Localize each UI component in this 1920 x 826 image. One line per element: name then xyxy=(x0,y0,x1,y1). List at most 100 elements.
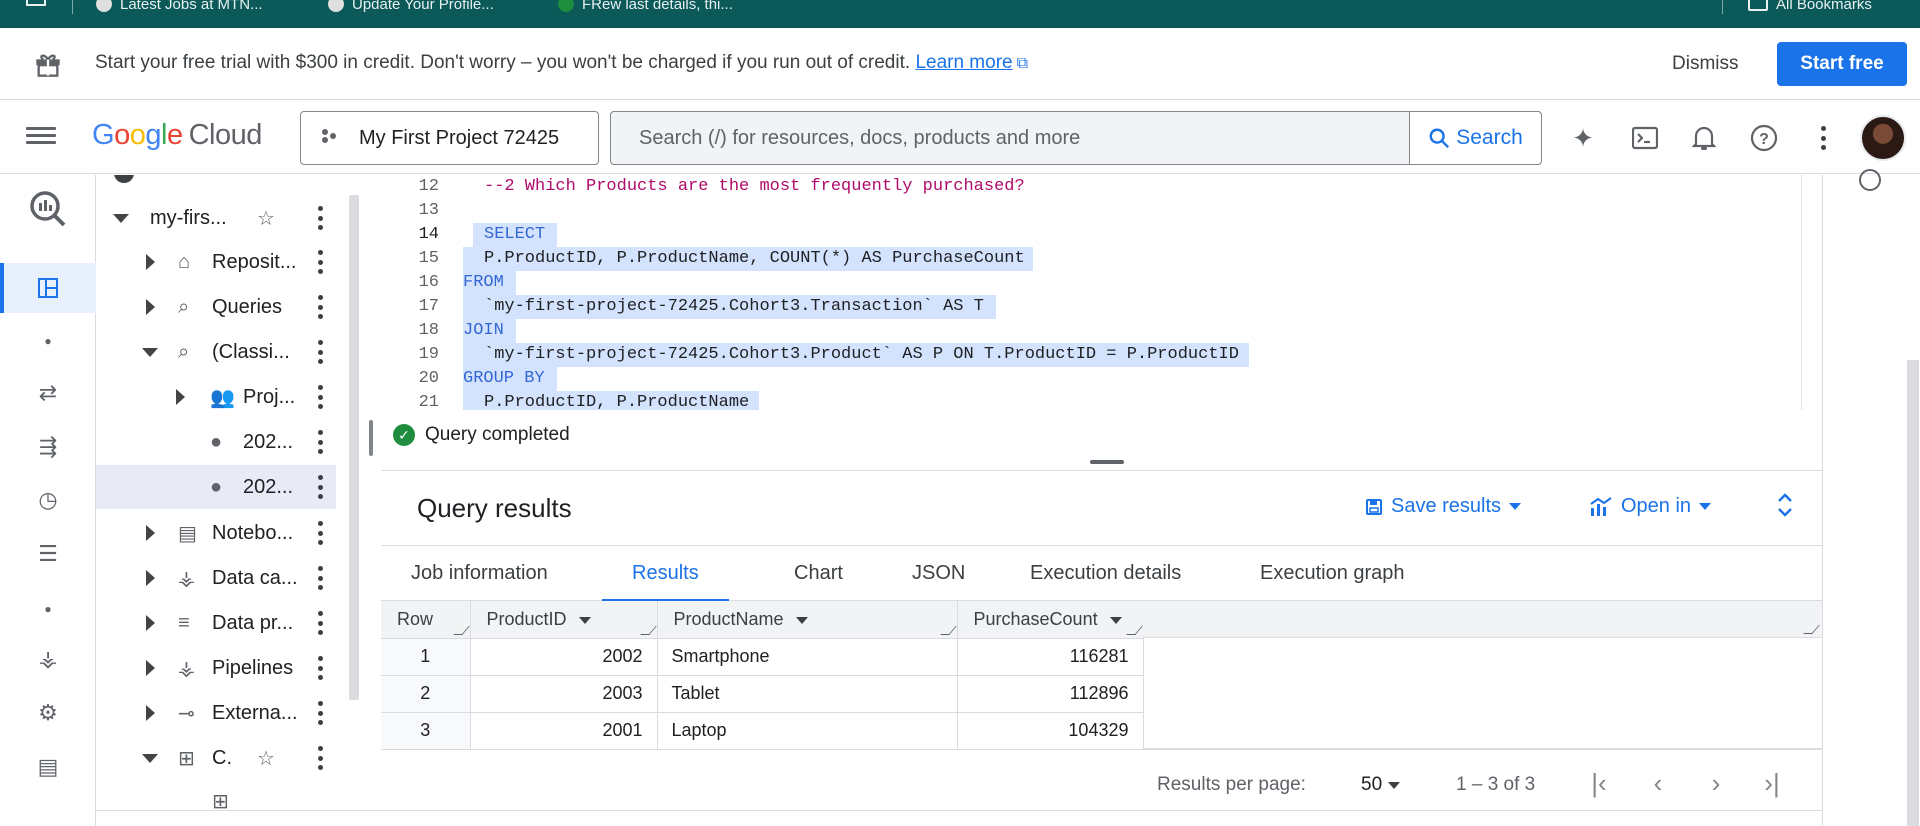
purchasecount-cell[interactable]: 116281 xyxy=(957,638,1144,676)
column-header-productid[interactable]: ProductID xyxy=(470,601,658,639)
tree-project-queries-row[interactable]: 👥 Proj... xyxy=(96,375,336,419)
google-cloud-logo[interactable]: Google Cloud xyxy=(92,119,262,152)
tab-results[interactable]: Results xyxy=(602,546,729,602)
panel-splitter-handle[interactable] xyxy=(369,420,373,456)
tree-notebooks-row[interactable]: ▤ Notebo... xyxy=(96,511,336,555)
first-page-icon[interactable]: |‹ xyxy=(1584,768,1614,798)
table-row[interactable]: 3 2001 Laptop 104329 xyxy=(381,712,1144,750)
pipelines-flow-icon[interactable]: ⇶ xyxy=(26,429,70,465)
history-clock-icon[interactable]: ◷ xyxy=(26,482,70,518)
dismiss-button[interactable]: Dismiss xyxy=(1660,42,1751,86)
sort-caret-icon[interactable] xyxy=(795,616,808,624)
row-menu-icon[interactable] xyxy=(317,701,323,725)
column-header-purchasecount[interactable]: PurchaseCount xyxy=(957,601,1144,639)
tab-job-information[interactable]: Job information xyxy=(381,546,578,601)
hierarchy-icon[interactable]: ⚶ xyxy=(26,641,70,677)
tree-dataset-row[interactable]: ⊞ C. ☆ xyxy=(96,736,336,780)
sort-caret-icon[interactable] xyxy=(1109,616,1122,624)
start-free-button[interactable]: Start free xyxy=(1777,42,1907,86)
star-icon[interactable]: ☆ xyxy=(257,746,275,771)
sort-caret-icon[interactable] xyxy=(578,616,591,624)
results-drag-handle[interactable] xyxy=(1090,460,1124,464)
tab-execution-details[interactable]: Execution details xyxy=(1000,546,1211,601)
results-per-page-select[interactable]: 50 xyxy=(1361,774,1401,796)
bookmark-item[interactable]: Update Your Profile... xyxy=(328,0,494,16)
purchasecount-cell[interactable]: 112896 xyxy=(957,675,1144,713)
avatar[interactable] xyxy=(1860,115,1906,161)
tab-json[interactable]: JSON xyxy=(882,546,995,601)
open-in-button[interactable]: Open in xyxy=(1589,495,1712,518)
row-menu-icon[interactable] xyxy=(317,206,323,230)
sql-editor[interactable]: 12 --2 Which Products are the most frequ… xyxy=(381,175,1822,415)
row-menu-icon[interactable] xyxy=(317,611,323,635)
apps-icon[interactable] xyxy=(26,0,46,6)
previous-page-icon[interactable]: ‹ xyxy=(1643,768,1673,798)
settings-gear-icon[interactable]: ⚙ xyxy=(26,695,70,731)
search-button[interactable]: Search xyxy=(1409,112,1541,164)
main-menu-icon[interactable] xyxy=(26,123,56,151)
release-notes-icon[interactable]: ▤ xyxy=(26,749,70,785)
column-resize-icon[interactable] xyxy=(639,625,657,635)
tab-chart[interactable]: Chart xyxy=(764,546,873,601)
dashboard-icon[interactable] xyxy=(26,270,70,306)
tree-data-preparations-row[interactable]: ≡ Data pr... xyxy=(96,601,336,645)
row-menu-icon[interactable] xyxy=(317,746,323,770)
productname-cell[interactable]: Tablet xyxy=(657,675,958,713)
productid-cell[interactable]: 2001 xyxy=(470,712,658,750)
column-header-row[interactable]: Row xyxy=(381,601,471,639)
bookmark-item[interactable]: Latest Jobs at MTN... xyxy=(96,0,263,16)
row-menu-icon[interactable] xyxy=(317,385,323,409)
tree-classic-queries-row[interactable]: ⌕ (Classi... xyxy=(96,330,336,374)
help-icon[interactable]: ? xyxy=(1749,123,1779,153)
job-list-icon[interactable]: ☰ xyxy=(26,536,70,572)
column-resize-icon[interactable] xyxy=(1125,625,1143,635)
tab-execution-graph[interactable]: Execution graph xyxy=(1230,546,1435,601)
row-menu-icon[interactable] xyxy=(317,475,323,499)
star-icon[interactable]: ☆ xyxy=(257,206,275,231)
next-page-icon[interactable]: › xyxy=(1701,768,1731,798)
info-icon[interactable] xyxy=(1859,169,1881,191)
table-row[interactable]: 1 2002 Smartphone 116281 xyxy=(381,638,1144,676)
column-resize-icon[interactable] xyxy=(452,625,470,635)
tree-scrollbar[interactable] xyxy=(349,195,359,700)
row-menu-icon[interactable] xyxy=(317,250,323,274)
gemini-sparkle-icon[interactable]: ✦ xyxy=(1568,123,1598,153)
last-page-icon[interactable]: ›| xyxy=(1757,768,1787,798)
purchasecount-cell[interactable]: 104329 xyxy=(957,712,1144,750)
expand-panel-icon[interactable] xyxy=(1777,491,1793,519)
tree-pipelines-row[interactable]: ⚶ Pipelines xyxy=(96,646,336,690)
tree-queries-row[interactable]: ⌕ Queries xyxy=(96,285,336,329)
productid-cell[interactable]: 2002 xyxy=(470,638,658,676)
row-menu-icon[interactable] xyxy=(317,295,323,319)
column-header-productname[interactable]: ProductName xyxy=(657,601,958,639)
column-resize-icon[interactable] xyxy=(1803,625,1820,634)
table-row[interactable]: 2 2003 Tablet 112896 xyxy=(381,675,1144,713)
more-options-icon[interactable] xyxy=(1808,123,1838,153)
row-menu-icon[interactable] xyxy=(317,340,323,364)
tree-repositories-row[interactable]: ⌂ Reposit... xyxy=(96,240,336,284)
notifications-bell-icon[interactable] xyxy=(1689,123,1719,153)
page-scrollbar[interactable] xyxy=(1907,360,1919,826)
row-menu-icon[interactable] xyxy=(317,656,323,680)
row-menu-icon[interactable] xyxy=(317,566,323,590)
productname-cell[interactable]: Laptop xyxy=(657,712,958,750)
productid-cell[interactable]: 2003 xyxy=(470,675,658,713)
tree-saved-query-row-selected[interactable]: ● 202... xyxy=(96,465,336,509)
tree-data-canvases-row[interactable]: ⚶ Data ca... xyxy=(96,556,336,600)
project-picker[interactable]: My First Project 72425 xyxy=(300,111,599,165)
bigquery-logo-icon[interactable] xyxy=(26,191,70,227)
transfers-icon[interactable]: ⇄ xyxy=(26,375,70,411)
productname-cell[interactable]: Smartphone xyxy=(657,638,958,676)
all-bookmarks[interactable]: All Bookmarks xyxy=(1748,0,1872,16)
search-input[interactable] xyxy=(611,112,1411,164)
tree-external-connections-row[interactable]: ⊸ Externa... xyxy=(96,691,336,735)
column-resize-icon[interactable] xyxy=(939,625,957,635)
tree-project-row[interactable]: my-firs... ☆ xyxy=(96,196,336,240)
row-menu-icon[interactable] xyxy=(317,521,323,545)
bookmark-item[interactable]: FRew last details, thi... xyxy=(558,0,733,16)
cloud-shell-icon[interactable] xyxy=(1630,123,1660,153)
tree-saved-query-row[interactable]: ● 202... xyxy=(96,420,336,464)
row-menu-icon[interactable] xyxy=(317,430,323,454)
learn-more-link[interactable]: Learn more xyxy=(915,52,1012,73)
save-results-button[interactable]: Save results xyxy=(1365,495,1522,518)
